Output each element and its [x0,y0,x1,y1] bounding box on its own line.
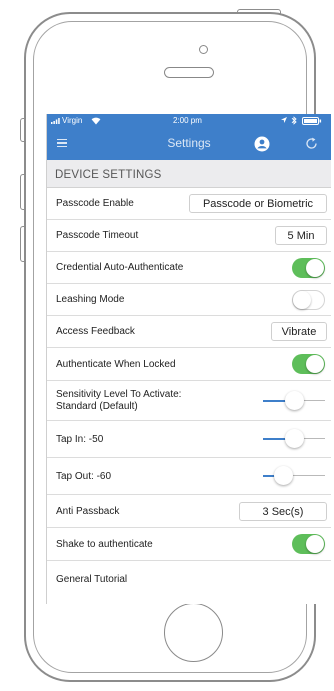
authenticate-when-locked-row: Authenticate When Locked [47,348,331,381]
toggle-knob [306,535,324,553]
bluetooth-icon [291,116,297,125]
status-bar: Virgin 2:00 pm [47,114,331,128]
passcode-timeout-row[interactable]: Passcode Timeout 5 Min [47,220,331,252]
page-title: Settings [167,136,211,150]
app-screen: Virgin 2:00 pm Settings DEVICE SETTINGS … [46,114,331,604]
speaker-grille [164,67,214,78]
battery-icon [302,117,322,125]
slider-thumb[interactable] [284,391,304,410]
slider-thumb[interactable] [284,429,304,448]
passcode-timeout-select[interactable]: 5 Min [275,226,327,245]
section-header: DEVICE SETTINGS [47,160,331,188]
navigation-bar: Settings [47,128,331,160]
carrier-name: Virgin [62,116,83,125]
leashing-mode-toggle[interactable] [292,290,325,310]
leashing-mode-row: Leashing Mode [47,284,331,316]
section-title: DEVICE SETTINGS [55,169,162,181]
wifi-icon [91,117,101,125]
credential-auto-authenticate-row: Credential Auto-Authenticate [47,252,331,284]
passcode-enable-label: Passcode Enable [56,198,134,209]
shake-to-authenticate-toggle[interactable] [292,534,325,554]
toggle-knob [293,291,311,309]
sensitivity-level-label-line1: Sensitivity Level To Activate: [56,389,182,400]
sensitivity-slider[interactable] [263,391,325,411]
tap-in-slider[interactable] [263,429,325,449]
shake-to-authenticate-row: Shake to authenticate [47,528,331,561]
profile-icon[interactable] [254,136,270,152]
status-time: 2:00 pm [173,116,202,125]
leashing-mode-label: Leashing Mode [56,294,125,305]
authenticate-when-locked-toggle[interactable] [292,354,325,374]
general-tutorial-label: General Tutorial [56,574,128,585]
authenticate-when-locked-label: Authenticate When Locked [56,359,176,370]
access-feedback-row[interactable]: Access Feedback Vibrate [47,316,331,348]
toggle-knob [306,355,324,373]
anti-passback-select[interactable]: 3 Sec(s) [239,502,327,521]
credential-auto-authenticate-label: Credential Auto-Authenticate [56,262,184,273]
passcode-enable-select[interactable]: Passcode or Biometric [189,194,327,213]
passcode-timeout-label: Passcode Timeout [56,230,139,241]
refresh-icon[interactable] [305,137,318,150]
access-feedback-label: Access Feedback [56,326,135,337]
sensitivity-level-label-line2: Standard (Default) [56,401,138,412]
sensitivity-level-row: Sensitivity Level To Activate: Standard … [47,381,331,421]
tap-in-label: Tap In: -50 [56,434,104,445]
passcode-enable-row[interactable]: Passcode Enable Passcode or Biometric [47,188,331,220]
signal-bars-icon [51,118,60,124]
tap-out-row: Tap Out: -60 [47,458,331,495]
location-arrow-icon [281,117,287,123]
home-button[interactable] [164,603,223,662]
credential-auto-authenticate-toggle[interactable] [292,258,325,278]
shake-to-authenticate-label: Shake to authenticate [56,539,153,550]
camera-icon [199,45,208,54]
access-feedback-select[interactable]: Vibrate [271,322,327,341]
anti-passback-row[interactable]: Anti Passback 3 Sec(s) [47,495,331,528]
tap-out-slider[interactable] [263,466,325,486]
slider-thumb[interactable] [273,466,293,485]
toggle-knob [306,259,324,277]
tap-in-row: Tap In: -50 [47,421,331,458]
general-tutorial-row[interactable]: General Tutorial [47,561,331,604]
anti-passback-label: Anti Passback [56,506,120,517]
tap-out-label: Tap Out: -60 [56,471,112,482]
